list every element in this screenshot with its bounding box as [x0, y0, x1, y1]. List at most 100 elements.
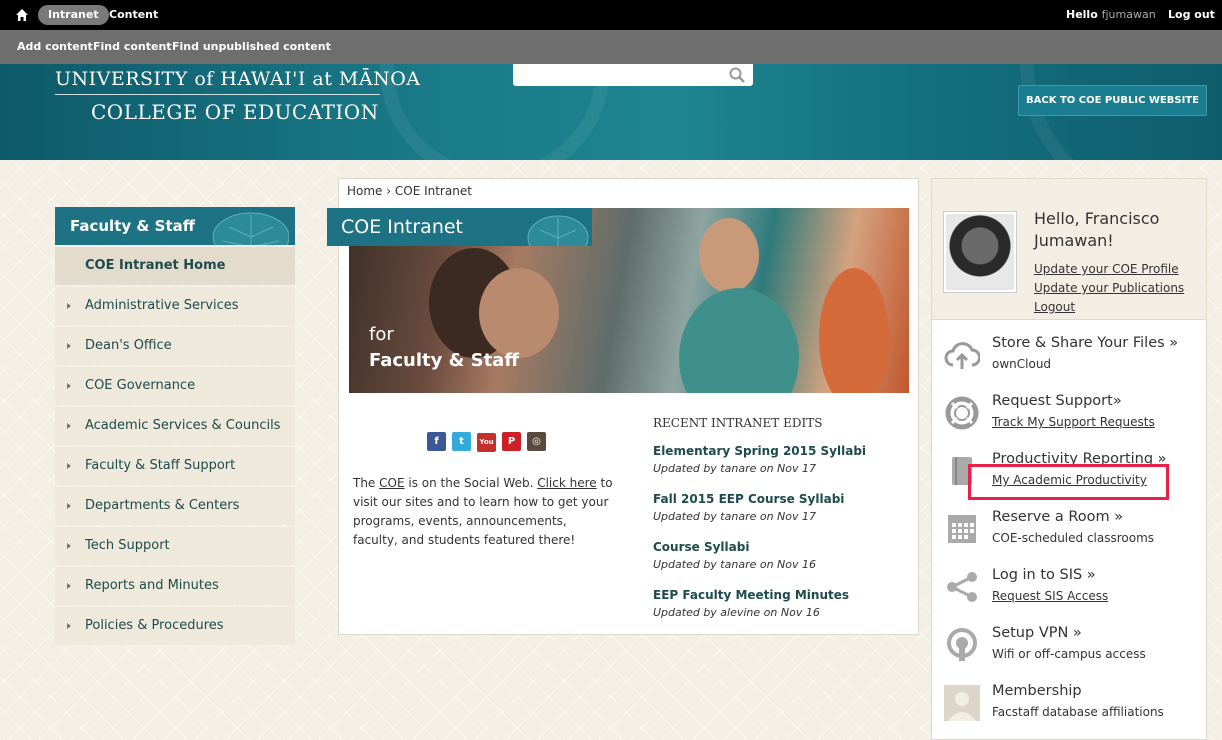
sidebar-title-text: Faculty & Staff [70, 217, 195, 235]
service-subtitle: Facstaff database affiliations [992, 705, 1164, 719]
admin-toolbar: Intranet Content Hello fjumawan Log out [0, 0, 1222, 30]
chevron-right-icon [67, 583, 71, 589]
sidebar-item[interactable]: Dean's Office [55, 327, 295, 365]
chevron-right-icon [67, 543, 71, 549]
university-logo[interactable]: UNIVERSITY of HAWAI'I at MĀNOA [55, 68, 420, 95]
hero-photo-figure [679, 288, 799, 393]
service-title-link[interactable]: Request Support» [992, 393, 1122, 409]
chevron-right-icon [67, 503, 71, 509]
sidebar-item[interactable]: Academic Services & Councils [55, 407, 295, 445]
click-here-link[interactable]: Click here [537, 476, 596, 490]
service-title-link[interactable]: Membership [992, 683, 1082, 699]
chevron-right-icon [67, 343, 71, 349]
instagram-icon[interactable]: ◎ [527, 432, 546, 451]
breadcrumb[interactable]: Home › COE Intranet [347, 184, 472, 198]
user-name: Jumawan! [1034, 231, 1114, 250]
sidebar-item-label: Administrative Services [85, 298, 239, 313]
user-greeting[interactable]: Hello fjumawan [1066, 8, 1156, 21]
hero-photo-figure [479, 268, 559, 358]
intranet-tab[interactable]: Intranet [38, 5, 109, 25]
edit-title-link[interactable]: Fall 2015 EEP Course Syllabi [653, 492, 844, 506]
sidebar-item-label: Policies & Procedures [85, 618, 224, 633]
pinterest-icon[interactable]: P [502, 432, 521, 451]
sidebar-item-label: Departments & Centers [85, 498, 240, 513]
chevron-right-icon [67, 623, 71, 629]
content-link[interactable]: Content [109, 8, 158, 21]
sidebar-item-label: Academic Services & Councils [85, 418, 281, 433]
sidebar-item-label: Faculty & Staff Support [85, 458, 236, 473]
sidebar-item-intranet-home[interactable]: COE Intranet Home [55, 247, 295, 285]
service-item: Log in to SIS » Request SIS Access [932, 567, 1206, 625]
sidebar-item[interactable]: Faculty & Staff Support [55, 447, 295, 485]
service-subtitle: COE-scheduled classrooms [992, 531, 1155, 545]
sidebar-item[interactable]: Administrative Services [55, 287, 295, 325]
sidebar-item[interactable]: Reports and Minutes [55, 567, 295, 605]
service-link[interactable]: Request SIS Access [992, 589, 1108, 603]
profile-logout-link[interactable]: Logout [1034, 300, 1075, 314]
right-sidebar: Hello, Francisco Jumawan! Update your COE… [931, 178, 1207, 740]
sidebar-item-label: Dean's Office [85, 338, 172, 353]
hero-photo-figure [699, 218, 759, 293]
cloud-upload-icon [944, 342, 980, 369]
sidebar-title: Faculty & Staff [55, 207, 295, 245]
service-subtitle: Wifi or off-campus access [992, 647, 1146, 661]
service-title-link[interactable]: Reserve a Room » [992, 509, 1123, 525]
username[interactable]: fjumawan [1102, 8, 1156, 21]
profile-card: Hello, Francisco Jumawan! Update your COE… [932, 179, 1206, 320]
page-title-text: COE Intranet [341, 216, 463, 238]
lifebuoy-icon [945, 396, 979, 430]
sidebar-item[interactable]: Departments & Centers [55, 487, 295, 525]
chevron-right-icon [67, 463, 71, 469]
sidebar-item[interactable]: Policies & Procedures [55, 607, 295, 645]
college-name[interactable]: COLLEGE OF EDUCATION [91, 100, 379, 124]
youtube-icon[interactable]: You [477, 433, 496, 452]
shortcut-bar: Add content Find content Find unpublishe… [0, 30, 1222, 64]
edit-title-link[interactable]: Elementary Spring 2015 Syllabi [653, 444, 866, 458]
social-text-pre: The [353, 476, 380, 490]
list-item: EEP Faculty Meeting Minutes Updated by a… [653, 588, 849, 619]
sidebar-item[interactable]: Tech Support [55, 527, 295, 565]
edit-meta: Updated by tanare on Nov 17 [653, 510, 817, 523]
main-content: Home › COE Intranet for Faculty & Staff … [327, 178, 919, 635]
find-unpublished-link[interactable]: Find unpublished content [172, 40, 331, 53]
edit-title-link[interactable]: Course Syllabi [653, 540, 816, 554]
back-to-public-site-button[interactable]: BACK TO COE PUBLIC WEBSITE [1018, 85, 1207, 116]
list-item: Course Syllabi Updated by tanare on Nov … [653, 540, 816, 571]
service-title-link[interactable]: Store & Share Your Files » [992, 335, 1178, 351]
chevron-right-icon [67, 383, 71, 389]
edit-meta: Updated by alevine on Nov 16 [653, 606, 820, 619]
service-title-link[interactable]: Setup VPN » [992, 625, 1082, 641]
service-item: Store & Share Your Files » ownCloud [932, 335, 1206, 393]
hello-label: Hello [1066, 8, 1098, 21]
social-text: The COE is on the Social Web. Click here… [353, 474, 615, 550]
service-link[interactable]: Track My Support Requests [992, 415, 1155, 429]
home-icon[interactable] [15, 8, 29, 22]
add-content-link[interactable]: Add content [17, 40, 93, 53]
list-item: Elementary Spring 2015 Syllabi Updated b… [653, 444, 866, 475]
service-item: Setup VPN » Wifi or off-campus access [932, 625, 1206, 683]
coe-abbr: COE [379, 476, 405, 490]
logout-link[interactable]: Log out [1168, 8, 1215, 21]
sidebar-item-label: Tech Support [85, 538, 170, 553]
service-item: Membership Facstaff database affiliation… [932, 683, 1206, 740]
social-icons: f t You P ◎ [427, 429, 552, 452]
edit-title-link[interactable]: EEP Faculty Meeting Minutes [653, 588, 849, 602]
social-text-mid: is on the Social Web. [404, 476, 538, 490]
hero-photo-figure [819, 268, 889, 393]
search-input[interactable] [513, 64, 753, 86]
search-icon[interactable] [729, 67, 745, 83]
find-content-link[interactable]: Find content [93, 40, 172, 53]
greeting: Hello, Francisco Jumawan! [1034, 208, 1159, 252]
sidebar-item[interactable]: COE Governance [55, 367, 295, 405]
share-nodes-icon [947, 572, 977, 602]
facebook-icon[interactable]: f [427, 432, 446, 451]
sidebar-item-label: Reports and Minutes [85, 578, 219, 593]
avatar [943, 211, 1017, 293]
sidebar-item-label: COE Governance [85, 378, 196, 393]
calendar-icon [948, 515, 976, 543]
update-publications-link[interactable]: Update your Publications [1034, 281, 1184, 295]
twitter-icon[interactable]: t [452, 432, 471, 451]
service-title-link[interactable]: Log in to SIS » [992, 567, 1096, 583]
leaf-decoration-icon [527, 215, 589, 246]
update-profile-link[interactable]: Update your COE Profile [1034, 262, 1179, 276]
